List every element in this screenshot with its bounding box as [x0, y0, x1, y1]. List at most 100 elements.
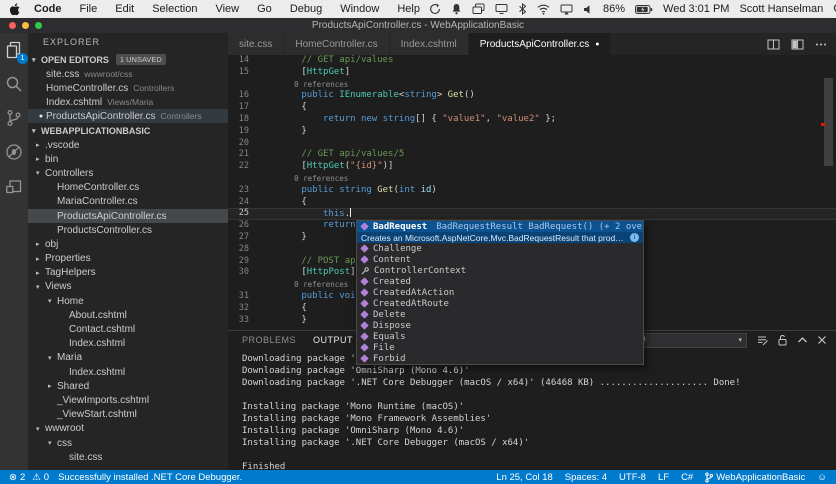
collapse-panel-icon[interactable]: [797, 335, 808, 345]
app-menu[interactable]: Code: [25, 3, 71, 15]
tree-item[interactable]: ▸ TagHelpers: [28, 266, 228, 280]
suggest-item[interactable]: Content: [357, 254, 643, 265]
files-icon[interactable]: 1: [4, 40, 28, 64]
suggest-item[interactable]: ControllerContext: [357, 265, 643, 276]
menu-item[interactable]: Selection: [143, 3, 206, 15]
code-line[interactable]: 23 public string Get(int id): [228, 185, 836, 197]
tree-item[interactable]: MariaController.cs: [28, 195, 228, 209]
suggest-item[interactable]: CreatedAtRoute: [357, 298, 643, 309]
editor-tab[interactable]: ProductsApiController.cs ●: [468, 33, 612, 55]
bell-icon[interactable]: [451, 3, 462, 15]
encoding-status[interactable]: UTF-8: [619, 472, 646, 483]
tree-item[interactable]: ▾ Views: [28, 280, 228, 294]
error-warning-status[interactable]: ⊗ 2 ⚠ 0: [9, 472, 49, 483]
tree-item[interactable]: ▾ css: [28, 436, 228, 450]
code-line[interactable]: 19}: [228, 126, 836, 138]
feedback-smiley-icon[interactable]: ☺: [817, 472, 827, 483]
menu-item[interactable]: Window: [331, 3, 388, 15]
code-line[interactable]: 20: [228, 138, 836, 150]
suggest-item[interactable]: Challenge: [357, 243, 643, 254]
apple-icon[interactable]: [10, 2, 21, 16]
open-editor-item[interactable]: HomeController.cs Controllers: [28, 81, 228, 95]
menu-item[interactable]: File: [71, 3, 107, 15]
indentation-status[interactable]: Spaces: 4: [565, 472, 607, 483]
suggest-item[interactable]: Equals: [357, 331, 643, 342]
code-line[interactable]: 24 {: [228, 197, 836, 209]
editor-scrollbar[interactable]: [824, 78, 833, 166]
eol-status[interactable]: LF: [658, 472, 669, 483]
editor-tab[interactable]: site.css: [228, 33, 285, 55]
menu-item[interactable]: Edit: [106, 3, 143, 15]
tree-item[interactable]: ProductsController.cs: [28, 223, 228, 237]
tree-item[interactable]: ▸ .vscode: [28, 138, 228, 152]
bluetooth-icon[interactable]: [518, 3, 527, 15]
debug-icon[interactable]: [4, 142, 24, 162]
tree-item[interactable]: ▸ bin: [28, 152, 228, 166]
suggest-item[interactable]: File: [357, 342, 643, 353]
open-editor-item[interactable]: ● ProductsApiController.cs Controllers: [28, 109, 228, 123]
menu-clock[interactable]: Wed 3:01 PM: [663, 3, 729, 15]
menu-item[interactable]: Help: [388, 3, 429, 15]
menu-user[interactable]: Scott Hanselman: [739, 3, 823, 15]
menu-item[interactable]: Go: [248, 3, 281, 15]
language-status[interactable]: C#: [681, 472, 693, 483]
code-line[interactable]: 21 // GET api/values/5: [228, 149, 836, 161]
tree-item[interactable]: Contact.cshtml: [28, 322, 228, 336]
open-editors-header[interactable]: ▾ OPEN EDITORS 1 UNSAVED: [28, 52, 228, 67]
codelens-row[interactable]: 0 references: [228, 79, 836, 91]
tree-item[interactable]: ▾ Controllers: [28, 166, 228, 180]
tree-item[interactable]: site.css: [28, 450, 228, 464]
wifi-icon[interactable]: [537, 4, 550, 15]
suggest-item[interactable]: CreatedAtAction: [357, 287, 643, 298]
tab-problems[interactable]: PROBLEMS: [242, 335, 296, 345]
output-channel-select[interactable]: C# ▾: [629, 332, 747, 348]
unlock-icon[interactable]: [777, 334, 788, 346]
code-line[interactable]: 16 public IEnumerable<string> Get(): [228, 90, 836, 102]
suggest-item[interactable]: Delete: [357, 309, 643, 320]
tree-item[interactable]: _ViewStart.cshtml: [28, 408, 228, 422]
menu-item[interactable]: View: [206, 3, 248, 15]
code-line[interactable]: 17 {: [228, 102, 836, 114]
source-control-icon[interactable]: [4, 108, 24, 128]
info-icon[interactable]: i: [630, 233, 639, 242]
code-line[interactable]: 22 [HttpGet("{id}")]: [228, 161, 836, 173]
code-line[interactable]: 15 [HttpGet]: [228, 67, 836, 79]
editor-tab[interactable]: Index.cshtml: [389, 33, 469, 55]
open-editor-item[interactable]: site.css wwwroot/css: [28, 67, 228, 81]
editor-layout-icon[interactable]: [791, 39, 804, 50]
suggest-item[interactable]: Created: [357, 276, 643, 287]
code-line[interactable]: 14 // GET api/values: [228, 55, 836, 67]
clear-output-icon[interactable]: [756, 334, 768, 346]
open-editor-item[interactable]: Index.cshtml Views/Maria: [28, 95, 228, 109]
git-branch-status[interactable]: WebApplicationBasic: [705, 472, 805, 483]
tree-item[interactable]: ▸ Shared: [28, 379, 228, 393]
tree-item[interactable]: ▸ obj: [28, 237, 228, 251]
menu-item[interactable]: Debug: [281, 3, 331, 15]
code-line[interactable]: 25 this.: [228, 208, 836, 221]
search-icon[interactable]: [4, 74, 24, 94]
cursor-position-status[interactable]: Ln 25, Col 18: [496, 472, 553, 483]
tree-item[interactable]: Index.cshtml: [28, 365, 228, 379]
split-editor-icon[interactable]: [767, 39, 780, 50]
tree-item[interactable]: ProductsApiController.cs: [28, 208, 228, 224]
close-panel-icon[interactable]: [817, 335, 827, 345]
tree-item[interactable]: ▸ Properties: [28, 252, 228, 266]
suggest-item-selected[interactable]: BadRequest BadRequestResult BadRequest()…: [357, 221, 643, 232]
suggest-item[interactable]: Forbid: [357, 353, 643, 364]
airplay-icon[interactable]: [560, 4, 573, 15]
codelens-row[interactable]: 0 references: [228, 173, 836, 185]
display-icon[interactable]: [495, 3, 508, 15]
suggest-item[interactable]: Dispose: [357, 320, 643, 331]
tree-item[interactable]: HomeController.cs: [28, 181, 228, 195]
tree-item[interactable]: About.cshtml: [28, 308, 228, 322]
tree-item[interactable]: ▾ Maria: [28, 351, 228, 365]
tree-item[interactable]: Index.cshtml: [28, 337, 228, 351]
tree-item[interactable]: ▾ Home: [28, 294, 228, 308]
editor-tab[interactable]: HomeController.cs: [284, 33, 390, 55]
extensions-icon[interactable]: [4, 176, 24, 196]
code-line[interactable]: 18 return new string[] { "value1", "value…: [228, 114, 836, 126]
tree-item[interactable]: _ViewImports.cshtml: [28, 393, 228, 407]
more-actions-icon[interactable]: [815, 39, 827, 50]
tree-item[interactable]: ▾ wwwroot: [28, 422, 228, 436]
project-header[interactable]: ▾ WEBAPPLICATIONBASIC: [28, 123, 228, 138]
